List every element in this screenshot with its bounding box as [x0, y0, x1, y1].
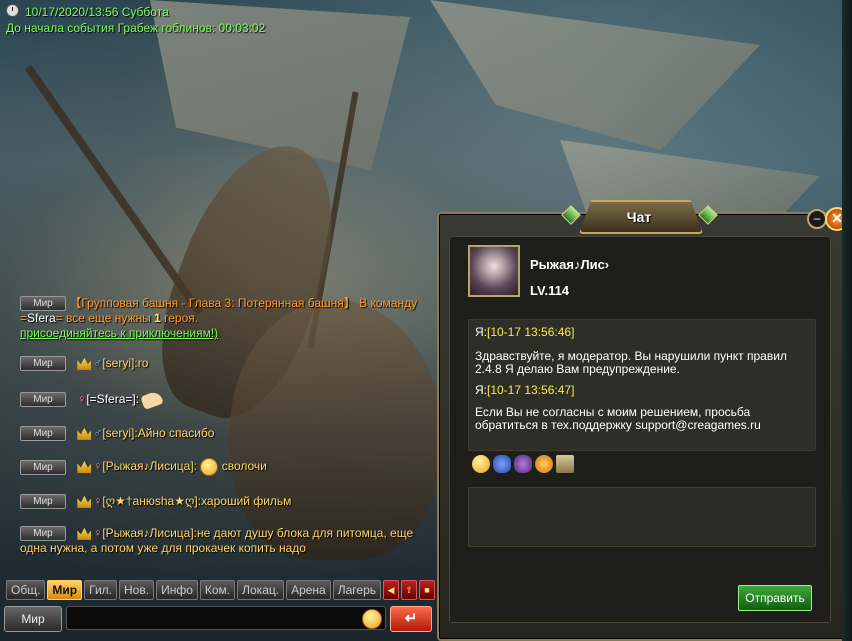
arrow-up-icon[interactable]: ⇧ — [401, 580, 417, 600]
chat-message: Мир ♀[Рыжая♪Лисица]:не дают душу блока д… — [20, 526, 430, 556]
message-author[interactable]: [Рыжая♪Лисица] — [102, 526, 193, 540]
message-text: сволочи — [221, 459, 267, 474]
speaker-label: Я: — [475, 325, 487, 339]
tab-guild[interactable]: Гил. — [84, 580, 117, 600]
datetime-label: 10/17/2020/13:56 Суббота — [25, 5, 169, 19]
message-author[interactable]: [Рыжая♪Лисица] — [102, 459, 193, 473]
tab-new[interactable]: Нов. — [119, 580, 155, 600]
tab-world[interactable]: Мир — [47, 580, 83, 600]
private-chat-window: Чат – ✕ Рыжая♪Лис› LV.114 Я:[10-17 13:56… — [437, 200, 851, 641]
conversation-log: Я:[10-17 13:56:46] Здравствуйте, я модер… — [468, 319, 816, 451]
message-author[interactable]: [ღ★†aнюshа★ღ] — [102, 494, 197, 508]
chat-input-row: Мир ↵ — [4, 606, 432, 632]
add-friend-icon[interactable] — [493, 455, 511, 473]
message-text: не дают душу блока для питомца, еще одна… — [20, 526, 414, 556]
window-title: Чат — [626, 209, 652, 225]
crown-icon — [77, 495, 92, 508]
system-text-2: = все еще нужны — [55, 311, 155, 326]
crown-icon — [77, 461, 92, 473]
chat-window-body: Рыжая♪Лис› LV.114 Я:[10-17 13:56:46] Здр… — [449, 236, 831, 623]
system-player[interactable]: Sfera — [27, 311, 56, 325]
channel-button[interactable]: Мир — [20, 526, 66, 542]
lock-icon[interactable]: ■ — [419, 580, 435, 600]
entry-header: Я:[10-17 13:56:47] — [475, 384, 809, 397]
tab-arena[interactable]: Арена — [286, 580, 331, 600]
chat-message: Мир ♂[seryi]:ro — [20, 356, 430, 372]
channel-button[interactable]: Мир — [20, 392, 66, 408]
system-count: 1 — [154, 311, 161, 326]
tab-info[interactable]: Инфо — [156, 580, 198, 600]
join-adventure-link[interactable]: присоединяйтесь к приключениям!) — [20, 326, 218, 340]
gem-icon — [561, 205, 581, 225]
minimize-button[interactable]: – — [807, 209, 827, 229]
message-text: ro — [137, 356, 149, 370]
avatar[interactable] — [468, 245, 520, 297]
thumbs-up-icon — [140, 389, 165, 410]
channel-button[interactable]: Мир — [20, 296, 66, 312]
message-author[interactable]: [=Sfera=] — [86, 392, 135, 406]
gender-icon: ♀ — [93, 459, 103, 474]
crown-icon — [77, 427, 92, 440]
arrow-left-icon[interactable]: ◀ — [383, 580, 399, 600]
player-name: Рыжая♪Лис› — [530, 257, 610, 272]
entry-text: Здравствуйте, я модератор. Вы нарушили п… — [475, 349, 787, 376]
smiley-icon[interactable] — [362, 609, 382, 629]
action-icons — [472, 455, 577, 477]
timestamp: [10-17 13:56:46] — [487, 325, 575, 339]
block-icon[interactable] — [535, 455, 553, 473]
message-separator: : — [135, 392, 140, 406]
entry-text: Если Вы не согласны с моим решением, про… — [475, 405, 761, 432]
gender-icon: ♂ — [93, 356, 103, 370]
channel-button[interactable]: Мир — [20, 356, 66, 372]
tab-camp[interactable]: Лагерь — [332, 580, 381, 600]
status-bar: 10/17/2020/13:56 Суббота До начала событ… — [6, 4, 265, 36]
smiley-icon[interactable] — [472, 455, 490, 473]
note-icon[interactable] — [556, 455, 574, 473]
speaker-label: Я: — [475, 383, 487, 397]
chat-message: Мир ♀[Рыжая♪Лисица]: сволочи — [20, 458, 430, 476]
gender-icon: ♂ — [93, 426, 103, 440]
chat-input[interactable] — [66, 606, 386, 630]
message-author[interactable]: [seryi] — [102, 356, 134, 370]
channel-tabs: Общ. Мир Гил. Нов. Инфо Ком. Локац. Арена Лагерь… — [6, 580, 437, 600]
chat-message: Мир ♀[ღ★†aнюshа★ღ]:хароший фильм — [20, 494, 430, 510]
channel-button[interactable]: Мир — [20, 459, 66, 475]
message-input[interactable] — [468, 487, 816, 547]
crown-icon — [77, 357, 92, 370]
player-level: LV.114 — [530, 283, 570, 298]
right-edge — [842, 0, 852, 641]
gender-icon: ♀ — [77, 392, 87, 406]
channel-button[interactable]: Мир — [20, 426, 66, 442]
gender-icon: ♀ — [93, 494, 103, 508]
system-message: Мир 【Групповая башня - Глава 3: Потерянн… — [20, 296, 430, 341]
gender-icon: ♀ — [93, 526, 103, 540]
message-text: Айно спасибо — [137, 426, 215, 440]
enter-button[interactable]: ↵ — [390, 606, 432, 632]
tab-general[interactable]: Общ. — [6, 580, 46, 600]
channel-select[interactable]: Мир — [4, 606, 62, 632]
channel-button[interactable]: Мир — [20, 494, 66, 510]
tab-location[interactable]: Локац. — [237, 580, 285, 600]
message-author[interactable]: [seryi] — [102, 426, 134, 440]
remove-friend-icon[interactable] — [514, 455, 532, 473]
entry-header: Я:[10-17 13:56:46] — [475, 326, 809, 339]
chat-message: Мир ♂[seryi]:Айно спасибо — [20, 426, 430, 442]
send-button[interactable]: Отправить — [738, 585, 812, 611]
timestamp: [10-17 13:56:47] — [487, 383, 575, 397]
event-timer: До начала события Грабеж гоблинов: 00:03… — [6, 21, 266, 35]
message-separator: : — [193, 459, 198, 474]
laughing-icon — [200, 458, 219, 476]
tab-team[interactable]: Ком. — [199, 580, 236, 600]
chat-message: Мир ♀[=Sfera=]: — [20, 389, 430, 410]
system-text-3: героя. — [160, 311, 199, 326]
crown-icon — [77, 527, 92, 540]
message-text: хароший фильм — [201, 494, 292, 508]
clock-icon — [6, 4, 19, 17]
